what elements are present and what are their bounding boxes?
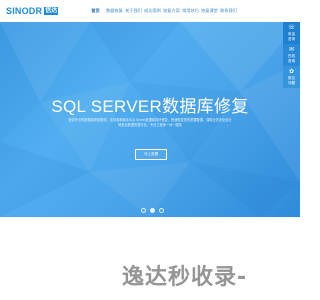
nav-item-solutions[interactable]: 恢复方案 (162, 7, 181, 15)
mail-icon: ✉ (288, 47, 295, 53)
hero-desc-line-2: 修复后数据完整可靠，专业工程师一对一服务 (118, 123, 182, 127)
site-logo[interactable]: SINODR 信达 (6, 6, 59, 16)
slide-dot-3[interactable] (159, 208, 164, 213)
side-faq[interactable]: ✿ 常见 问题 (283, 66, 300, 88)
view-now-button[interactable]: 马上查看 (135, 149, 167, 160)
hero-banner: SQL SERVER数据库修复 提供专业的数据库修复服务，支持各种版本SQL S… (0, 22, 300, 217)
hero-title: SQL SERVER数据库修复 (51, 97, 249, 116)
main-nav: 首页 数据恢复 关于我们 成功案例 恢复方案 常用技巧 恢复课堂 联系我们 (86, 7, 238, 15)
nav-item-tips[interactable]: 常用技巧 (181, 7, 200, 15)
nav-item-data-recovery[interactable]: 数据恢复 (105, 7, 124, 15)
side-item-label: 电话 咨询 (287, 32, 296, 41)
nav-item-home[interactable]: 首页 (86, 7, 105, 15)
nav-item-cases[interactable]: 成功案例 (143, 7, 162, 15)
phone-icon: ☏ (287, 25, 296, 31)
nav-item-classroom[interactable]: 恢复课堂 (200, 7, 219, 15)
logo-cn: 信达 (44, 7, 59, 15)
slide-dot-1[interactable] (141, 208, 146, 213)
watermark-text: 逸达秒收录- (122, 265, 248, 290)
top-header: SINODR 信达 首页 数据恢复 关于我们 成功案例 恢复方案 常用技巧 恢复… (0, 0, 300, 22)
side-item-label: 常见 问题 (287, 76, 296, 85)
logo-text: SINODR (6, 6, 43, 16)
nav-item-contact[interactable]: 联系我们 (219, 7, 238, 15)
nav-item-about[interactable]: 关于我们 (124, 7, 143, 15)
side-phone-consult[interactable]: ☏ 电话 咨询 (283, 22, 300, 44)
side-contact-bar: ☏ 电话 咨询 ✉ 在线 咨询 ✿ 常见 问题 (283, 22, 300, 88)
hero-description: 提供专业的数据库修复服务，支持各种版本SQL Server数据库损坏修复，快速恢… (40, 118, 260, 128)
side-online-consult[interactable]: ✉ 在线 咨询 (283, 44, 300, 66)
paw-icon: ✿ (288, 69, 295, 75)
side-item-label: 在线 咨询 (287, 54, 296, 63)
slide-dot-2[interactable] (150, 208, 155, 213)
slider-dots (141, 208, 164, 213)
